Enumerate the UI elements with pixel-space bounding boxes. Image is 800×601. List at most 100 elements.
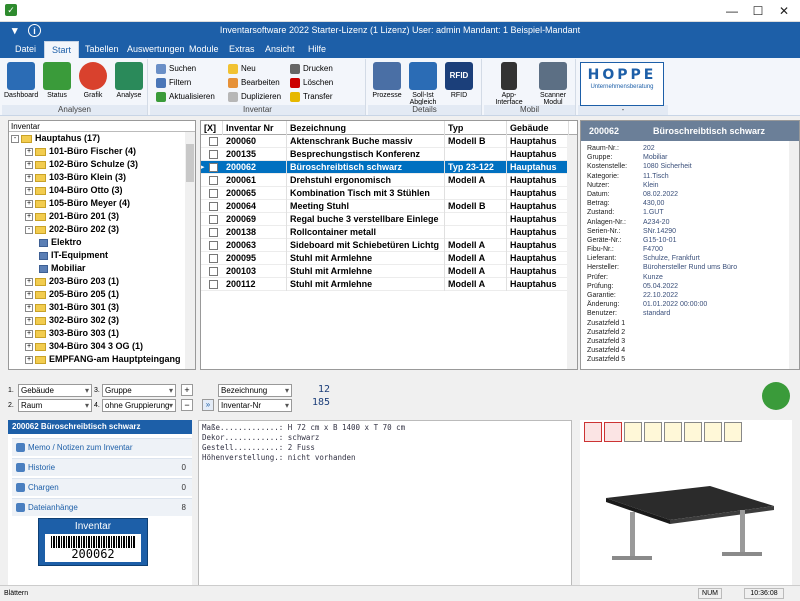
minimize-button[interactable]: — xyxy=(720,3,744,19)
dashboard-button[interactable]: Dashboard xyxy=(4,62,38,99)
status-button[interactable]: Status xyxy=(40,62,74,99)
group-level-4-select[interactable]: ohne Gruppierung xyxy=(102,399,176,412)
tab-extras[interactable]: Extras xyxy=(222,41,262,58)
tab-datei[interactable]: Datei xyxy=(8,41,43,58)
document-icon[interactable] xyxy=(724,422,742,442)
close-button[interactable]: ✕ xyxy=(772,3,796,19)
neu-button[interactable]: Neu xyxy=(228,62,256,75)
aktualisieren-button[interactable]: Aktualisieren xyxy=(156,90,215,103)
scanner-modul-button[interactable]: Scanner Modul xyxy=(536,62,570,106)
quick-access-dropdown-icon[interactable]: ▾ xyxy=(12,24,18,37)
row-checkbox[interactable] xyxy=(209,176,218,185)
location-tree[interactable]: Inventar - Hauptahus (17) +101-Büro Fisch… xyxy=(8,120,196,370)
tree-node[interactable]: +105-Büro Meyer (4) xyxy=(9,197,195,210)
expand-icon[interactable]: + xyxy=(25,303,33,312)
expand-icon[interactable]: + xyxy=(25,316,33,325)
grid-scrollbar[interactable] xyxy=(567,135,577,369)
tab-start[interactable]: Start xyxy=(44,41,80,58)
row-checkbox[interactable] xyxy=(209,228,218,237)
document-icon[interactable] xyxy=(624,422,642,442)
duplizieren-button[interactable]: Duplizieren xyxy=(228,90,281,103)
expand-icon[interactable]: + xyxy=(25,277,33,286)
row-checkbox[interactable] xyxy=(209,254,218,263)
detail-scrollbar[interactable] xyxy=(789,141,799,369)
table-row[interactable]: ▸ 200062 Büroschreibtisch schwarz Typ 23-12… xyxy=(201,161,577,174)
tree-node[interactable]: +103-Büro Klein (3) xyxy=(9,171,195,184)
row-checkbox[interactable] xyxy=(209,280,218,289)
table-row[interactable]: 200095 Stuhl mit Armlehne Modell A Hauptahu… xyxy=(201,252,577,265)
col-gebaeude[interactable]: Gebäude xyxy=(507,121,569,135)
tree-scroll-thumb[interactable] xyxy=(186,144,194,182)
sort-field-1-select[interactable]: Bezeichnung xyxy=(218,384,292,397)
tree-root[interactable]: - Hauptahus (17) xyxy=(9,132,195,145)
pdf-file-icon[interactable] xyxy=(584,422,602,442)
tree-node[interactable]: + EMPFANG-am Hauptpteingang xyxy=(9,353,195,366)
expand-icon[interactable]: + xyxy=(25,329,33,338)
tree-node[interactable]: +301-Büro 301 (3) xyxy=(9,301,195,314)
expand-icon[interactable]: + xyxy=(25,173,33,182)
document-icon[interactable] xyxy=(684,422,702,442)
tree-node[interactable]: Mobiliar xyxy=(9,262,195,275)
app-interface-button[interactable]: App-Interface xyxy=(488,62,530,106)
expand-icon[interactable]: + xyxy=(25,212,33,221)
add-group-icon[interactable]: + xyxy=(181,384,193,396)
tree-node[interactable]: +101-Büro Fischer (4) xyxy=(9,145,195,158)
info-icon[interactable]: i xyxy=(28,24,41,37)
soll-ist-button[interactable]: Soll-Ist Abgleich xyxy=(406,62,440,106)
suchen-button[interactable]: Suchen xyxy=(156,62,196,75)
tab-tabellen[interactable]: Tabellen xyxy=(78,41,126,58)
col-check[interactable]: [X] xyxy=(201,121,223,135)
table-row[interactable]: 200060 Aktenschrank Buche massiv Modell BH… xyxy=(201,135,577,148)
table-row[interactable]: 200063 Sideboard mit Schiebetüren Lichtg M… xyxy=(201,239,577,252)
group-level-1-select[interactable]: Gebäude xyxy=(18,384,92,397)
collapse-icon[interactable]: - xyxy=(11,134,19,143)
row-checkbox[interactable] xyxy=(209,267,218,276)
filtern-button[interactable]: Filtern xyxy=(156,76,191,89)
document-icon[interactable] xyxy=(704,422,722,442)
pdf-file-icon[interactable] xyxy=(604,422,622,442)
table-row[interactable]: 200061 Drehstuhl ergonomisch Modell A Haupt… xyxy=(201,174,577,187)
table-row[interactable]: 200069 Regal buche 3 verstellbare Einlege… xyxy=(201,213,577,226)
tab-auswertungen[interactable]: Auswertungen xyxy=(120,41,192,58)
maximize-button[interactable]: ☐ xyxy=(746,3,770,19)
record-link[interactable]: Memo / Notizen zum Inventar xyxy=(12,438,192,456)
expand-icon[interactable]: + xyxy=(25,342,33,351)
tab-hilfe[interactable]: Hilfe xyxy=(301,41,333,58)
record-link[interactable]: Chargen 0 xyxy=(12,478,192,496)
col-typ[interactable]: Typ xyxy=(445,121,507,135)
expand-icon[interactable]: + xyxy=(25,199,33,208)
col-bezeichnung[interactable]: Bezeichnung xyxy=(287,121,445,135)
table-row[interactable]: 200112 Stuhl mit Armlehne Modell A Hauptahu… xyxy=(201,278,577,291)
table-row[interactable]: 200138 Rollcontainer metall Hauptahus xyxy=(201,226,577,239)
tree-node[interactable]: +102-Büro Schulze (3) xyxy=(9,158,195,171)
row-checkbox[interactable] xyxy=(209,137,218,146)
row-checkbox[interactable] xyxy=(209,202,218,211)
loeschen-button[interactable]: Löschen xyxy=(290,76,333,89)
row-checkbox[interactable] xyxy=(209,150,218,159)
table-row[interactable]: 200135 Besprechungstisch Konferenz Hauptah… xyxy=(201,148,577,161)
expand-icon[interactable]: + xyxy=(25,160,33,169)
row-checkbox[interactable] xyxy=(209,215,218,224)
remove-group-icon[interactable]: − xyxy=(181,399,193,411)
tree-node[interactable]: +302-Büro 302 (3) xyxy=(9,314,195,327)
row-checkbox[interactable] xyxy=(209,163,218,172)
sort-field-2-select[interactable]: Inventar-Nr xyxy=(218,399,292,412)
rfid-button[interactable]: RFID RFID xyxy=(442,62,476,99)
prozesse-button[interactable]: Prozesse xyxy=(370,62,404,99)
expand-icon[interactable]: + xyxy=(25,290,33,299)
tree-node[interactable]: IT-Equipment xyxy=(9,249,195,262)
tree-node[interactable]: Elektro xyxy=(9,236,195,249)
analyse-button[interactable]: Analyse xyxy=(112,62,146,99)
sort-direction-icon[interactable]: » xyxy=(202,399,214,411)
grafik-button[interactable]: Grafik xyxy=(76,62,110,99)
document-icon[interactable] xyxy=(664,422,682,442)
row-checkbox[interactable] xyxy=(209,241,218,250)
memo-area[interactable]: Maße.............: H 72 cm x B 1400 x T … xyxy=(198,420,572,588)
tree-node[interactable]: +304-Büro 304 3 OG (1) xyxy=(9,340,195,353)
tree-node[interactable]: +303-Büro 303 (1) xyxy=(9,327,195,340)
drucken-button[interactable]: Drucken xyxy=(290,62,333,75)
record-link[interactable]: Dateianhänge 8 xyxy=(12,498,192,516)
tree-node[interactable]: +201-Büro 201 (3) xyxy=(9,210,195,223)
bearbeiten-button[interactable]: Bearbeiten xyxy=(228,76,280,89)
table-row[interactable]: 200065 Kombination Tisch mit 3 Stühlen Hau… xyxy=(201,187,577,200)
